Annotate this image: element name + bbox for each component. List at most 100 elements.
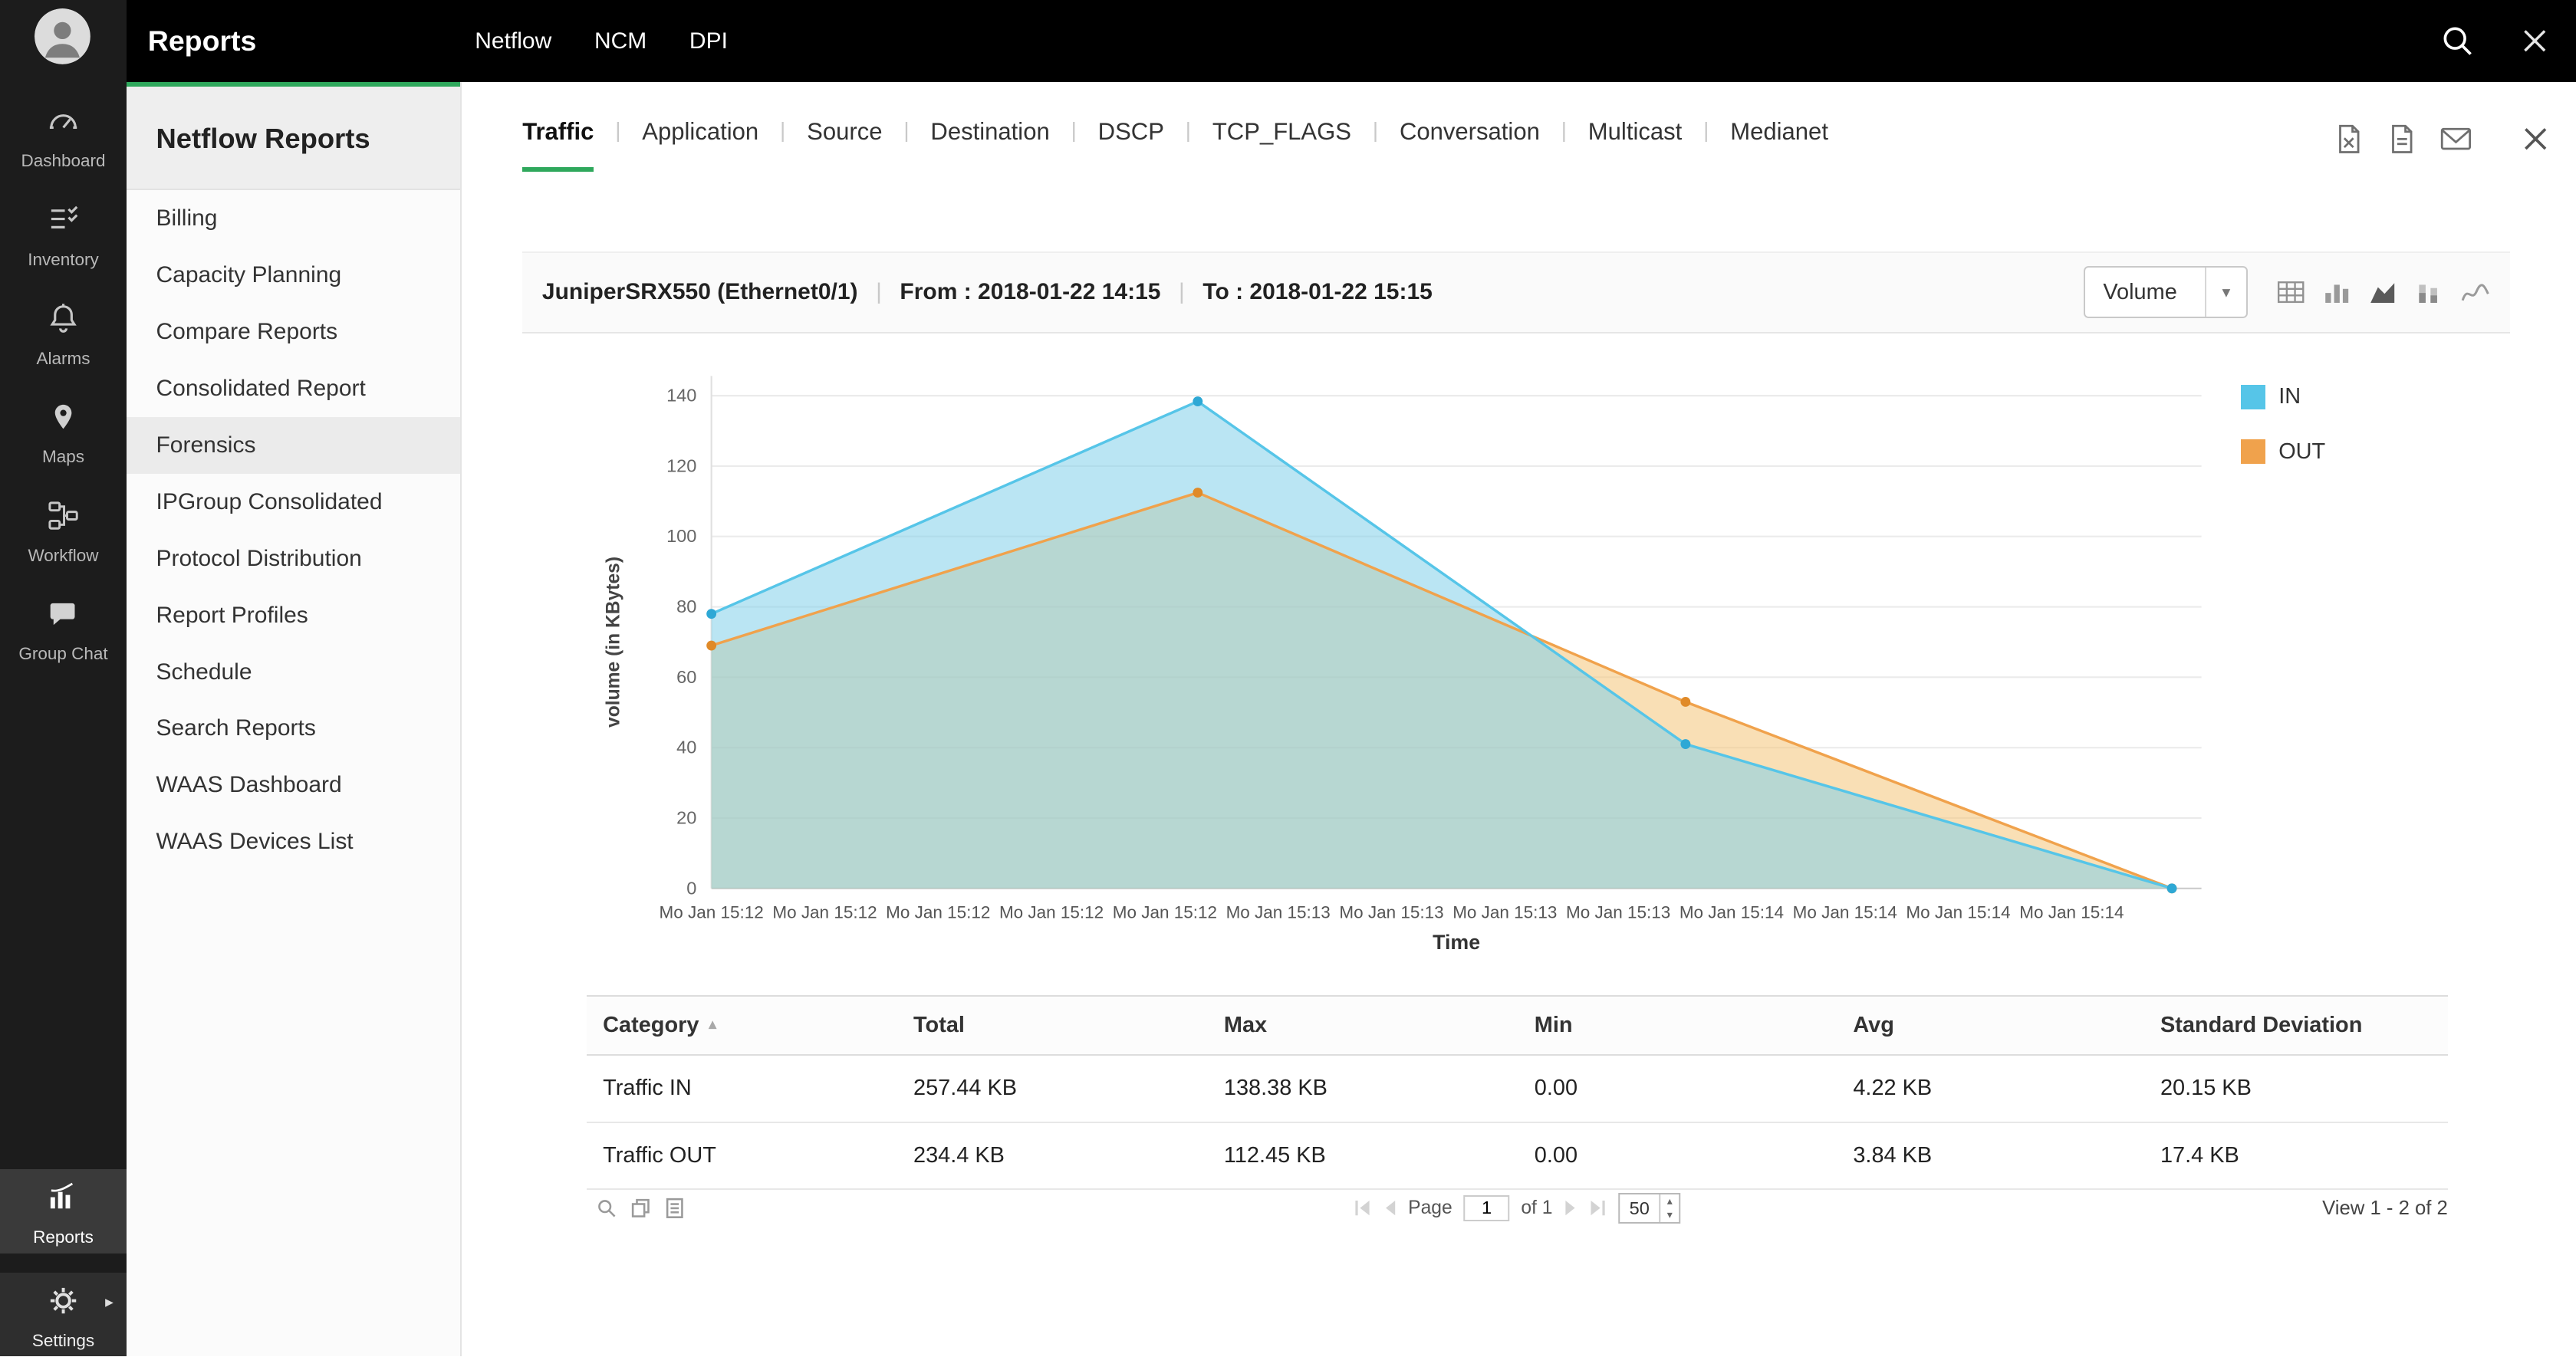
close-report-icon[interactable] [2522, 125, 2549, 153]
tab-dscp[interactable]: DSCP [1098, 118, 1164, 167]
topnav-ncm[interactable]: NCM [594, 28, 646, 54]
search-icon[interactable] [2441, 25, 2474, 58]
svg-text:Mo Jan 15:13: Mo Jan 15:13 [1566, 902, 1670, 922]
tab-destination[interactable]: Destination [930, 118, 1049, 167]
export-xls-icon[interactable] [2334, 123, 2364, 155]
col-header-min[interactable]: Min [1518, 996, 1837, 1055]
table-row[interactable]: Traffic OUT234.4 KB112.45 KB0.003.84 KB1… [587, 1122, 2448, 1190]
page-size-stepper: ▴ ▾ [1659, 1194, 1679, 1222]
page-number-input[interactable] [1464, 1195, 1510, 1221]
rail-item-maps[interactable]: Maps [0, 388, 127, 487]
close-icon[interactable] [2520, 26, 2550, 56]
chart-legend: IN OUT [2241, 384, 2325, 494]
tab-separator: | [1703, 118, 1709, 143]
next-page-button[interactable] [1564, 1201, 1577, 1215]
tab-traffic[interactable]: Traffic [522, 118, 594, 172]
from-time: From : 2018-01-22 14:15 [900, 279, 1160, 305]
rail-item-dashboard[interactable]: Dashboard [0, 92, 127, 191]
rail-item-workflow[interactable]: Workflow [0, 486, 127, 585]
sidebar-item-report-profiles[interactable]: Report Profiles [127, 587, 460, 644]
grid-export-icon[interactable] [666, 1198, 684, 1219]
tab-application[interactable]: Application [642, 118, 758, 167]
topnav-dpi[interactable]: DPI [689, 28, 728, 54]
grid-search-icon[interactable] [597, 1198, 617, 1218]
rail-item-label: Settings [32, 1331, 94, 1351]
legend-item-out[interactable]: OUT [2241, 439, 2325, 465]
sidebar-item-protocol-distribution[interactable]: Protocol Distribution [127, 531, 460, 587]
sidebar-item-capacity-planning[interactable]: Capacity Planning [127, 247, 460, 304]
summary-table: Category▴TotalMaxMinAvgStandard Deviatio… [587, 995, 2448, 1226]
tab-separator: | [1561, 118, 1567, 143]
page-label: Page [1408, 1198, 1452, 1219]
rail-item-reports[interactable]: Reports [0, 1169, 127, 1253]
tab-separator: | [1186, 118, 1191, 143]
tab-conversation[interactable]: Conversation [1400, 118, 1540, 167]
table-cell: 0.00 [1518, 1122, 1837, 1190]
legend-item-in[interactable]: IN [2241, 384, 2325, 409]
stepper-down-icon[interactable]: ▾ [1660, 1208, 1679, 1222]
sidebar-item-billing[interactable]: Billing [127, 190, 460, 247]
table-view-icon[interactable] [2277, 280, 2305, 304]
area-chart-icon[interactable] [2369, 280, 2397, 304]
sidebar-item-compare-reports[interactable]: Compare Reports [127, 304, 460, 360]
col-header-category[interactable]: Category▴ [587, 996, 897, 1055]
email-icon[interactable] [2439, 126, 2472, 152]
tab-tcp-flags[interactable]: TCP_FLAGS [1212, 118, 1351, 167]
rail-item-label: Maps [42, 447, 84, 467]
page-size-select[interactable]: 50 ▴ ▾ [1618, 1193, 1680, 1224]
export-pdf-icon[interactable] [2387, 123, 2417, 155]
last-page-button[interactable] [1589, 1201, 1607, 1215]
separator: | [1179, 279, 1185, 305]
stacked-bar-icon[interactable] [2415, 280, 2443, 304]
sidebar-item-schedule[interactable]: Schedule [127, 644, 460, 701]
bar-chart-icon[interactable] [2323, 280, 2351, 304]
col-header-total[interactable]: Total [897, 996, 1208, 1055]
sidebar-item-ipgroup-consolidated[interactable]: IPGroup Consolidated [127, 474, 460, 531]
table-row[interactable]: Traffic IN257.44 KB138.38 KB0.004.22 KB2… [587, 1055, 2448, 1122]
tab-multicast[interactable]: Multicast [1588, 118, 1683, 167]
chat-bubble-icon [45, 596, 81, 639]
topbar: Reports Netflow NCM DPI [127, 0, 2576, 82]
inventory-icon [45, 202, 81, 245]
sidebar-item-search-reports[interactable]: Search Reports [127, 701, 460, 757]
stepper-up-icon[interactable]: ▴ [1660, 1194, 1679, 1208]
page-size-value: 50 [1620, 1194, 1659, 1222]
first-page-button[interactable] [1354, 1201, 1373, 1215]
grid-toolbar [587, 1198, 683, 1219]
svg-text:Mo Jan 15:14: Mo Jan 15:14 [1793, 902, 1897, 922]
tab-source[interactable]: Source [807, 118, 882, 167]
table-cell: 3.84 KB [1837, 1122, 2144, 1190]
prev-page-button[interactable] [1383, 1201, 1397, 1215]
metric-select[interactable]: Volume ▾ [2084, 266, 2248, 318]
sidebar-item-forensics[interactable]: Forensics [127, 417, 460, 474]
grid-copy-icon[interactable] [631, 1198, 651, 1218]
rail-item-settings[interactable]: Settings ▸ [0, 1273, 127, 1356]
col-header-standard-deviation[interactable]: Standard Deviation [2144, 996, 2448, 1055]
rail-item-alarms[interactable]: Alarms [0, 289, 127, 388]
svg-text:Mo Jan 15:14: Mo Jan 15:14 [1906, 902, 2010, 922]
rail-item-label: Reports [33, 1227, 94, 1247]
svg-text:volume (in KBytes): volume (in KBytes) [604, 557, 624, 728]
report-header: JuniperSRX550 (Ethernet0/1) | From : 201… [522, 251, 2510, 334]
avatar[interactable] [35, 8, 90, 64]
table-footer: Page of 1 50 ▴ ▾ View 1 - [587, 1190, 2448, 1226]
sidebar-item-waas-devices-list[interactable]: WAAS Devices List [127, 813, 460, 870]
table-cell: 20.15 KB [2144, 1055, 2448, 1122]
svg-text:Mo Jan 15:14: Mo Jan 15:14 [2019, 902, 2124, 922]
line-chart-icon[interactable] [2461, 280, 2491, 304]
col-header-avg[interactable]: Avg [1837, 996, 2144, 1055]
page-of-label: of 1 [1521, 1198, 1552, 1219]
rail-item-group-chat[interactable]: Group Chat [0, 585, 127, 684]
report-tabs-row: Traffic|Application|Source|Destination|D… [462, 82, 2576, 174]
rail-item-label: Group Chat [18, 644, 107, 664]
sidebar-item-consolidated-report[interactable]: Consolidated Report [127, 360, 460, 417]
rail-item-label: Inventory [28, 250, 99, 270]
tab-medianet[interactable]: Medianet [1730, 118, 1828, 167]
sidebar-item-waas-dashboard[interactable]: WAAS Dashboard [127, 757, 460, 813]
col-header-max[interactable]: Max [1207, 996, 1518, 1055]
table-cell: 257.44 KB [897, 1055, 1208, 1122]
rail-item-inventory[interactable]: Inventory [0, 190, 127, 289]
topbar-actions [2441, 25, 2576, 58]
table-header-row: Category▴TotalMaxMinAvgStandard Deviatio… [587, 996, 2448, 1055]
topnav-netflow[interactable]: Netflow [475, 28, 551, 54]
